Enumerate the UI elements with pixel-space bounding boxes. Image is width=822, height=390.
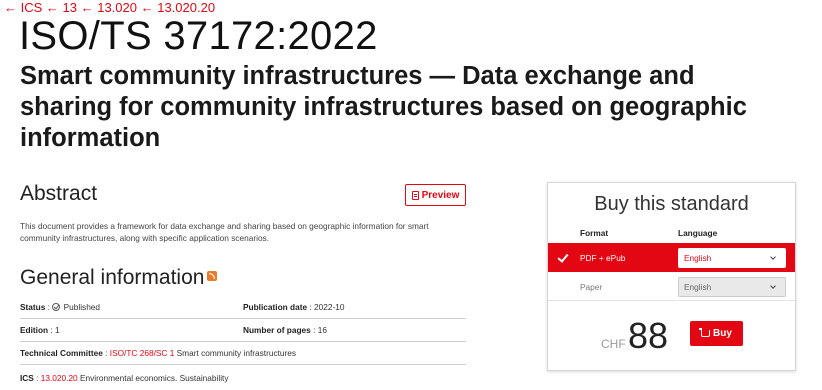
buy-label: Buy [713, 328, 732, 339]
page-title: ISO/TS 37172:2022 [19, 14, 378, 58]
abstract-text: This document provides a framework for d… [20, 221, 429, 243]
breadcrumb-link-13-020-20[interactable]: ← 13.020.20 [141, 0, 215, 15]
pages-cell: Number of pages : 16 [243, 325, 327, 335]
cart-icon [699, 328, 711, 337]
price: 88 [628, 315, 669, 356]
rss-icon[interactable] [207, 271, 218, 281]
status-value: Published [63, 302, 101, 312]
publication-date-value: 2022-10 [314, 302, 345, 312]
edition-value: 1 [55, 325, 60, 335]
price-row: CHF 88 Buy [548, 311, 795, 361]
committee-cell: Technical Committee : ISO/TC 268/SC 1 Sm… [20, 348, 297, 358]
buy-button[interactable]: Buy [690, 321, 743, 346]
option-format-label: Paper [580, 281, 603, 292]
edition-cell: Edition : 1 [20, 325, 60, 335]
option-paper[interactable]: Paper English [548, 273, 795, 301]
preview-button[interactable]: Preview [405, 184, 466, 206]
info-row-status: Status : Published Publication date : 20… [20, 296, 466, 319]
language-select-value: English [684, 252, 712, 263]
committee-link[interactable]: ISO/TC 268/SC 1 [110, 348, 175, 358]
option-pdf-epub[interactable]: PDF + ePub English [548, 243, 795, 272]
buy-card: Buy this standard Format Language PDF + … [547, 182, 796, 371]
breadcrumb: ← ICS ← 13 ← 13.020 ← 13.020.20 [4, 0, 215, 15]
check-icon [557, 251, 569, 263]
currency: CHF [601, 337, 626, 351]
general-info-heading: General information [20, 266, 218, 290]
ics-cell: ICS : 13.020.20 Environmental economics.… [20, 372, 229, 383]
info-row-committee: Technical Committee : ISO/TC 268/SC 1 Sm… [20, 342, 466, 365]
ics-link[interactable]: 13.020.20 [41, 373, 78, 383]
preview-label: Preview [421, 189, 460, 201]
language-select-value: English [684, 281, 712, 292]
committee-label: Technical Committee [20, 348, 103, 358]
buy-title: Buy this standard [594, 193, 749, 215]
pages-value: 16 [317, 325, 327, 335]
committee-name: Smart community infrastructures [176, 348, 297, 358]
breadcrumb-link-13[interactable]: ← 13 [46, 0, 77, 15]
standard-subtitle: Smart community infrastructures — Data e… [20, 62, 747, 152]
ics-label: ICS [20, 372, 34, 383]
pages-label: Number of pages [243, 325, 311, 335]
general-info-title: General information [20, 266, 205, 289]
status-cell: Status : Published [20, 302, 101, 312]
chevron-down-icon [770, 282, 776, 289]
language-select-paper[interactable]: English [678, 276, 786, 297]
edition-label: Edition [20, 325, 49, 335]
option-format-label: PDF + ePub [580, 252, 626, 263]
publication-date-label: Publication date [243, 302, 308, 312]
breadcrumb-link-ics[interactable]: ← ICS [4, 0, 42, 15]
chevron-down-icon [770, 253, 776, 260]
abstract-heading: Abstract [20, 182, 98, 205]
ics-name: Environmental economics. Sustainability [80, 372, 229, 383]
status-label: Status [20, 302, 46, 312]
language-select-pdf[interactable]: English [678, 247, 786, 268]
check-circle-icon [52, 303, 61, 311]
document-icon [411, 190, 419, 200]
breadcrumb-link-13-020[interactable]: ← 13.020 [81, 0, 137, 15]
format-header: Format [580, 228, 609, 238]
info-row-ics: ICS : 13.020.20 Environmental economics.… [20, 366, 466, 389]
publication-date-cell: Publication date : 2022-10 [243, 302, 345, 312]
info-row-edition: Edition : 1 Number of pages : 16 [20, 319, 466, 342]
language-header: Language [678, 228, 718, 238]
